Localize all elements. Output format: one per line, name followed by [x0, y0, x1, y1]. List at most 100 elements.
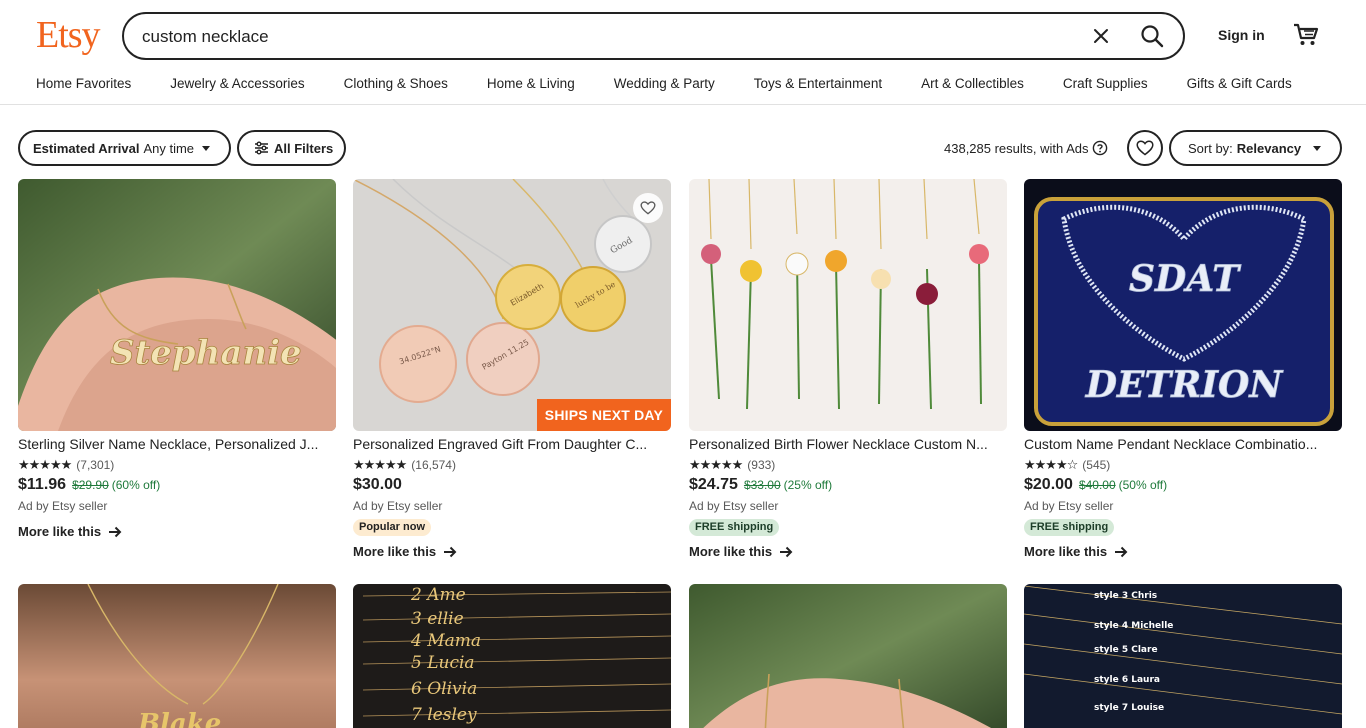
- more-like-this-label: More like this: [689, 544, 773, 559]
- price-row: $20.00 $40.00 (50% off): [1024, 476, 1342, 498]
- listing-image[interactable]: 2 Ame 3 ellie 4 Mama 5 Lucia 6 Olivia 7 …: [353, 584, 671, 728]
- category-nav: Home Favorites Jewelry & Accessories Clo…: [36, 76, 1292, 94]
- cat-gifts[interactable]: Gifts & Gift Cards: [1187, 76, 1292, 94]
- listing-image[interactable]: [689, 584, 1007, 728]
- price-row: $30.00: [353, 476, 671, 498]
- listing-title[interactable]: Personalized Birth Flower Necklace Custo…: [689, 436, 1007, 455]
- style-label-text: style 5 Clare: [1094, 645, 1158, 655]
- listing-image[interactable]: 34.0522°N Payton 11.25 Elizabeth lucky t…: [353, 179, 671, 431]
- listing-title[interactable]: Personalized Engraved Gift From Daughter…: [353, 436, 671, 455]
- cat-craft[interactable]: Craft Supplies: [1063, 76, 1148, 94]
- listing-image[interactable]: [689, 179, 1007, 431]
- caret-down-icon: [1313, 145, 1322, 151]
- listing-card[interactable]: SDAT DETRION Custom Name Pendant Necklac…: [1024, 179, 1342, 559]
- ships-next-day-badge: SHIPS NEXT DAY: [536, 399, 671, 431]
- arrow-right-icon: [444, 546, 457, 557]
- rating: ★★★★☆ (545): [1024, 456, 1342, 474]
- cat-toys[interactable]: Toys & Entertainment: [754, 76, 882, 94]
- style-sample-text: 2 Ame: [410, 585, 466, 605]
- arrow-right-icon: [1115, 546, 1128, 557]
- listing-image[interactable]: Stephanie: [18, 179, 336, 431]
- all-filters-button[interactable]: All Filters: [237, 130, 346, 166]
- listing-title[interactable]: Sterling Silver Name Necklace, Personali…: [18, 436, 336, 455]
- more-like-this-label: More like this: [353, 544, 437, 559]
- necklace-name-text: Stephanie: [110, 333, 302, 373]
- price-row: $24.75 $33.00 (25% off): [689, 476, 1007, 498]
- more-like-this-link[interactable]: More like this: [1024, 544, 1342, 559]
- arrow-right-icon: [780, 546, 793, 557]
- discount: (60% off): [111, 478, 161, 492]
- original-price: $40.00: [1078, 478, 1116, 492]
- price: $11.96: [18, 476, 67, 493]
- style-label-text: style 3 Chris: [1094, 591, 1157, 601]
- free-shipping-badge: FREE shipping: [1024, 519, 1115, 536]
- arrival-label: Estimated Arrival: [33, 140, 140, 156]
- filter-sliders-icon: [255, 141, 268, 155]
- pendant-text-1: SDAT: [1129, 258, 1241, 300]
- review-count: (7,301): [76, 458, 115, 472]
- review-count: (545): [1082, 458, 1111, 472]
- ad-label: Ad by Etsy seller: [353, 499, 443, 513]
- discount: (50% off): [1118, 478, 1168, 492]
- cat-home-living[interactable]: Home & Living: [487, 76, 575, 94]
- caret-down-icon: [202, 145, 211, 151]
- all-filters-label: All Filters: [274, 140, 334, 156]
- review-count: (933): [747, 458, 776, 472]
- estimated-arrival-dropdown[interactable]: Estimated Arrival Any time: [18, 130, 231, 166]
- cat-clothing[interactable]: Clothing & Shoes: [344, 76, 448, 94]
- style-label-text: style 7 Louise: [1094, 703, 1164, 713]
- ad-label: Ad by Etsy seller: [1024, 499, 1114, 513]
- sort-value: Relevancy: [1236, 140, 1302, 156]
- more-like-this-link[interactable]: More like this: [689, 544, 1007, 559]
- rating: ★★★★★ (933): [689, 456, 1007, 474]
- style-label-text: style 6 Laura: [1094, 675, 1160, 685]
- price-row: $11.96 $29.90 (60% off): [18, 476, 336, 498]
- search-icon[interactable]: [1139, 23, 1165, 49]
- sort-dropdown[interactable]: Sort by: Relevancy: [1169, 130, 1342, 166]
- listing-card[interactable]: 34.0522°N Payton 11.25 Elizabeth lucky t…: [353, 179, 671, 559]
- more-like-this-link[interactable]: More like this: [353, 544, 671, 559]
- discount: (25% off): [783, 478, 833, 492]
- cart-icon[interactable]: [1292, 21, 1320, 49]
- listing-card[interactable]: Personalized Birth Flower Necklace Custo…: [689, 179, 1007, 559]
- listing-title[interactable]: Custom Name Pendant Necklace Combinatio.…: [1024, 436, 1342, 455]
- more-like-this-link[interactable]: More like this: [18, 524, 336, 539]
- listing-card[interactable]: Stephanie Sterling Silver Name Necklace,…: [18, 179, 336, 539]
- style-sample-text: 5 Lucia: [411, 653, 475, 673]
- favorite-button[interactable]: [633, 193, 663, 223]
- more-like-this-label: More like this: [18, 524, 102, 539]
- ad-label: Ad by Etsy seller: [18, 499, 108, 513]
- heart-icon: [1136, 140, 1154, 156]
- necklace-name-text: Blake: [137, 709, 221, 728]
- listing-image[interactable]: Blake: [18, 584, 336, 728]
- cat-art[interactable]: Art & Collectibles: [921, 76, 1024, 94]
- cat-jewelry[interactable]: Jewelry & Accessories: [170, 76, 304, 94]
- cat-wedding[interactable]: Wedding & Party: [614, 76, 715, 94]
- arrival-value: Any time: [143, 140, 195, 156]
- listing-image[interactable]: style 3 Chris style 4 Michelle style 5 C…: [1024, 584, 1342, 728]
- style-sample-text: 6 Olivia: [411, 679, 477, 699]
- site-header: Etsy custom necklace Sign in Home Favori…: [0, 0, 1366, 105]
- help-icon[interactable]: [1092, 140, 1108, 156]
- cat-home-favorites[interactable]: Home Favorites: [36, 76, 131, 94]
- arrow-right-icon: [109, 526, 122, 537]
- star-rating-icon: ★★★★★: [689, 457, 743, 472]
- star-rating-icon: ★★★★☆: [1024, 457, 1078, 472]
- popular-now-badge: Popular now: [353, 519, 431, 536]
- original-price: $33.00: [743, 478, 781, 492]
- search-input[interactable]: custom necklace: [142, 27, 269, 47]
- free-shipping-badge: FREE shipping: [689, 519, 780, 536]
- save-search-button[interactable]: [1127, 130, 1163, 166]
- sort-label: Sort by:: [1188, 140, 1233, 156]
- original-price: $29.90: [72, 478, 109, 492]
- heart-icon: [640, 201, 656, 215]
- close-icon[interactable]: [1089, 24, 1113, 48]
- results-count: 438,285 results, with Ads: [944, 140, 1108, 156]
- etsy-logo[interactable]: Etsy: [36, 12, 101, 58]
- style-sample-text: 7 lesley: [411, 705, 477, 725]
- listing-image[interactable]: SDAT DETRION: [1024, 179, 1342, 431]
- sign-in-link[interactable]: Sign in: [1218, 27, 1265, 43]
- style-sample-text: 4 Mama: [410, 631, 481, 651]
- search-bar[interactable]: custom necklace: [122, 12, 1185, 60]
- price: $20.00: [1024, 476, 1073, 493]
